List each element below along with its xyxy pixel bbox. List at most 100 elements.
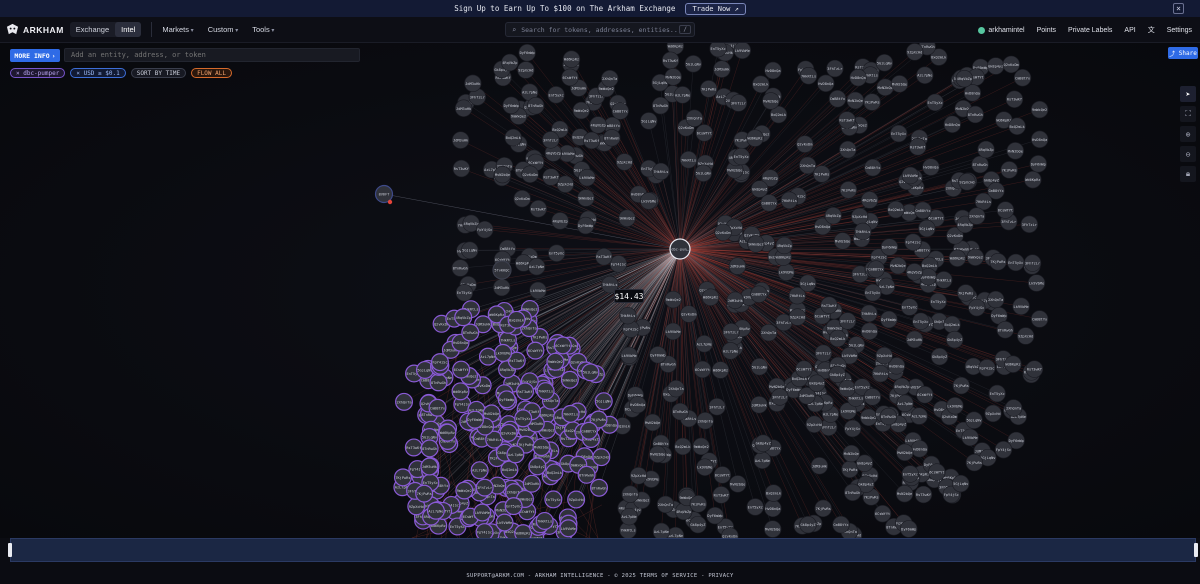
graph-node[interactable]: AzL7pNe bbox=[695, 335, 713, 353]
graph-node[interactable]: MvN2bQe bbox=[895, 485, 914, 503]
graph-node[interactable]: 9mWxQe2 bbox=[560, 370, 579, 389]
graph-node[interactable]: MvN2bQe bbox=[643, 413, 662, 432]
menu-markets[interactable]: Markets bbox=[162, 25, 193, 34]
graph-node[interactable]: 2XhQnTa bbox=[1004, 399, 1023, 417]
graph-node[interactable]: EnT5yXc bbox=[900, 298, 919, 316]
graph-node[interactable]: 9ZpXcHd bbox=[615, 153, 634, 171]
graph-node[interactable]: BxQ2mLk bbox=[829, 329, 847, 348]
zoom-in-icon[interactable]: ⊕ bbox=[1180, 126, 1196, 142]
graph-node[interactable]: 7HkRtLs bbox=[780, 191, 799, 210]
graph-node[interactable]: 5GjLqNv bbox=[640, 112, 658, 130]
graph-node[interactable]: 3FhTzLr bbox=[708, 398, 726, 416]
graph-node[interactable]: 2XhQnTa bbox=[656, 495, 675, 514]
graph-node[interactable]: 5GjLqNv bbox=[581, 363, 600, 382]
graph-node[interactable]: 9ZpXcHd bbox=[875, 346, 893, 365]
graph-node[interactable]: BxQ2mLk bbox=[887, 200, 905, 219]
graph-node[interactable]: 7HkRtLs bbox=[799, 67, 818, 85]
graph-node[interactable]: Wd6KpRz bbox=[701, 288, 720, 306]
graph-node[interactable]: 2XhQnTa bbox=[696, 412, 714, 430]
pointer-tool-icon[interactable]: ➤ bbox=[1180, 86, 1196, 102]
graph-node[interactable]: AzL7pNe bbox=[673, 86, 692, 104]
graph-node[interactable]: HvD8nQa bbox=[1030, 130, 1049, 148]
graph-node[interactable]: AzL7pNe bbox=[896, 394, 914, 413]
graph-node[interactable]: CmB8tYx bbox=[1013, 69, 1032, 87]
graph-node[interactable]: 8TnRwGh bbox=[966, 105, 984, 124]
graph-node[interactable]: RsT3wKf bbox=[595, 248, 613, 266]
graph-node[interactable]: AzL7pNe bbox=[470, 461, 489, 480]
graph-node[interactable]: 4RqVbZp bbox=[501, 53, 519, 72]
graph-node[interactable]: 7HkRtLs bbox=[854, 222, 872, 241]
graph-node[interactable]: JdM3uHk bbox=[451, 131, 470, 149]
graph-node[interactable]: 9mWxQe2 bbox=[966, 248, 985, 266]
menu-tools[interactable]: Tools bbox=[252, 25, 274, 34]
graph-node[interactable]: MvN2bQe bbox=[890, 75, 909, 93]
graph-node[interactable]: 5GjLqNv bbox=[965, 411, 983, 429]
graph-node[interactable]: 2XhQnTa bbox=[685, 109, 704, 127]
graph-node[interactable]: BxQ2mLk bbox=[504, 128, 522, 147]
graph-node[interactable]: CmB8tYx bbox=[760, 194, 778, 212]
graph-node[interactable]: Lk9VbMe bbox=[696, 458, 714, 476]
graph-node[interactable]: FpY4jSc bbox=[994, 440, 1013, 459]
graph-node[interactable]: BxQ2mLk bbox=[1008, 117, 1026, 135]
graph-node[interactable]: 9mWxQe2 bbox=[546, 352, 565, 371]
graph-node[interactable]: Lk9VbMe bbox=[1027, 274, 1046, 292]
graph-node[interactable]: 9mWxQe2 bbox=[577, 189, 595, 207]
graph-node[interactable]: AzL7pNe bbox=[910, 407, 928, 425]
graph-node[interactable]: EnT5yXc bbox=[746, 498, 764, 516]
graph-node[interactable]: 3FhTzLr bbox=[826, 59, 844, 78]
graph-node[interactable]: MvN2bQe bbox=[664, 68, 682, 86]
graph-node[interactable]: HvD8nQa bbox=[849, 68, 867, 87]
graph-node[interactable]: 6CsWfYt bbox=[713, 466, 732, 484]
graph-node[interactable]: Wd6KpRz bbox=[438, 423, 457, 442]
graph-node[interactable]: 4RqVbZp bbox=[589, 116, 607, 134]
graph-node[interactable]: EnT5yXc bbox=[929, 292, 947, 311]
graph-node[interactable]: 9ZpXcHd bbox=[906, 43, 924, 61]
graph-node[interactable]: EnT5yXc bbox=[732, 147, 750, 166]
graph-node[interactable]: 8TnRwGh bbox=[879, 407, 898, 426]
graph-node[interactable]: Gk8p4yZ bbox=[689, 515, 707, 534]
graph-node[interactable]: CmB8tYx bbox=[864, 158, 882, 177]
graph-node[interactable]: 4RqVbZp bbox=[860, 191, 879, 209]
graph-node[interactable]: Gk8p4yZ bbox=[750, 180, 769, 198]
graph-node[interactable]: 3FhTzLr bbox=[1020, 215, 1039, 233]
graph-node[interactable]: Lk9VbMe bbox=[578, 168, 596, 187]
graph-node[interactable]: 4RqVbZp bbox=[824, 206, 842, 225]
graph-node[interactable]: AzL7pNe bbox=[753, 451, 772, 469]
graph-node[interactable]: 7KjPwRs bbox=[1000, 161, 1018, 179]
graph-node[interactable]: EnT5yXc bbox=[504, 497, 523, 516]
graph-node[interactable]: 8TnRwGh bbox=[429, 373, 448, 392]
entity-input[interactable] bbox=[64, 48, 360, 62]
graph-node[interactable]: Q2vKxDm bbox=[499, 423, 518, 442]
graph-node[interactable]: 7KjPwRs bbox=[700, 80, 718, 98]
share-button[interactable]: ⤴ Share bbox=[1168, 47, 1198, 59]
graph-node[interactable]: DyF6mWp bbox=[880, 238, 899, 256]
graph-node[interactable]: CmB8tYx bbox=[867, 260, 885, 278]
graph-node[interactable]: JdM3uHk bbox=[726, 291, 744, 310]
graph-node[interactable]: MvN2bQe bbox=[889, 257, 907, 275]
graph-node[interactable]: Gk8p4yZ bbox=[930, 347, 949, 366]
graph-node[interactable]: 8TnRwGh bbox=[843, 483, 862, 502]
graph-node[interactable]: 6CsWfYt bbox=[916, 386, 934, 404]
graph-node[interactable]: RsT3wKf bbox=[516, 382, 535, 401]
graph-node[interactable]: CmB8tYx bbox=[832, 515, 850, 534]
graph-node[interactable]: MvN2bQe bbox=[833, 232, 852, 250]
graph-node[interactable]: 7KjPwRs bbox=[841, 460, 859, 479]
graph-node[interactable]: Gk8p4yZ bbox=[799, 515, 817, 534]
graph-node[interactable]: MvN2bQe bbox=[762, 92, 780, 110]
graph-node[interactable]: RsT3wKf bbox=[661, 51, 680, 70]
graph-node[interactable]: MvN2bQe bbox=[1006, 142, 1025, 160]
graph-node[interactable]: EnT5yXc bbox=[709, 43, 727, 58]
graph-node[interactable]: DyF6mWp bbox=[900, 520, 918, 538]
graph-node[interactable]: 4RqVbZp bbox=[551, 212, 569, 230]
graph-node[interactable]: MvN2bQe bbox=[896, 443, 914, 462]
zoom-out-icon[interactable]: ⊖ bbox=[1180, 146, 1196, 162]
graph-node[interactable]: Wd6KpRz bbox=[514, 524, 533, 538]
graph-node[interactable]: 9mWxQe2 bbox=[860, 408, 878, 427]
graph-node[interactable]: RsT3wKf bbox=[404, 438, 423, 457]
graph-node[interactable]: RsT3wKf bbox=[583, 131, 601, 150]
graph-node[interactable]: AzL7pNe bbox=[721, 342, 740, 360]
graph-node[interactable]: Lk9VbMe bbox=[494, 343, 513, 362]
graph-node[interactable]: 6CsWfYt bbox=[693, 360, 712, 379]
graph-node[interactable]: 9mWxQe2 bbox=[838, 379, 856, 398]
graph-node[interactable]: BxQ2mLk bbox=[545, 463, 564, 482]
